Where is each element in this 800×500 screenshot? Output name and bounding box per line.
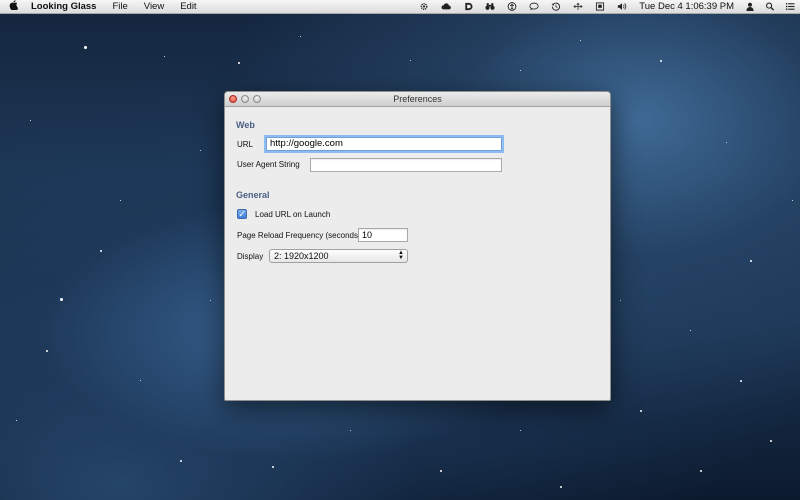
web-section-heading: Web: [236, 120, 255, 130]
menu-bar: Looking Glass File View Edit Tue Dec 4 1…: [0, 0, 800, 14]
user-agent-label: User Agent String: [237, 160, 300, 169]
zoom-button[interactable]: [253, 95, 261, 103]
url-label: URL: [237, 140, 254, 149]
dashlane-icon[interactable]: [463, 2, 473, 11]
select-arrows-icon: ▲ ▼: [398, 250, 404, 261]
user-agent-input[interactable]: [310, 158, 502, 172]
display-icon[interactable]: [595, 2, 605, 11]
network-icon[interactable]: [573, 2, 584, 11]
preferences-window: Preferences Web URL http://google.com Us…: [224, 91, 611, 401]
notification-list-icon[interactable]: [785, 2, 795, 11]
close-button[interactable]: [229, 95, 237, 103]
window-controls: [229, 95, 261, 103]
load-url-label[interactable]: Load URL on Launch: [255, 210, 330, 219]
accessibility-icon[interactable]: [507, 2, 517, 11]
display-label: Display: [237, 252, 264, 261]
gear-icon[interactable]: [419, 2, 429, 11]
minimize-button[interactable]: [241, 95, 249, 103]
menu-app-name[interactable]: Looking Glass: [26, 0, 104, 14]
display-select-value: 2: 1920x1200: [274, 251, 329, 261]
apple-menu-icon[interactable]: [0, 0, 26, 13]
load-url-checkbox[interactable]: ✓: [237, 209, 247, 219]
time-machine-icon[interactable]: [551, 2, 561, 11]
message-icon[interactable]: [529, 2, 539, 11]
menu-file[interactable]: File: [104, 0, 135, 14]
menu-clock[interactable]: Tue Dec 4 1:06:39 PM: [633, 1, 740, 12]
display-select[interactable]: 2: 1920x1200 ▲ ▼: [269, 249, 408, 263]
menu-edit[interactable]: Edit: [172, 0, 204, 14]
menu-view[interactable]: View: [136, 0, 172, 14]
reload-frequency-input[interactable]: 10: [358, 228, 408, 242]
cloud-icon[interactable]: [441, 2, 452, 11]
user-icon[interactable]: [745, 2, 755, 11]
spotlight-icon[interactable]: [765, 2, 775, 11]
menu-extras: Tue Dec 4 1:06:39 PM: [413, 0, 800, 14]
url-input[interactable]: http://google.com: [266, 137, 502, 151]
reload-frequency-label: Page Reload Frequency (seconds): [237, 231, 361, 240]
binoculars-icon[interactable]: [485, 2, 495, 11]
title-bar[interactable]: Preferences: [225, 92, 610, 107]
volume-icon[interactable]: [617, 2, 627, 11]
general-section-heading: General: [236, 190, 270, 200]
window-title: Preferences: [393, 94, 442, 104]
